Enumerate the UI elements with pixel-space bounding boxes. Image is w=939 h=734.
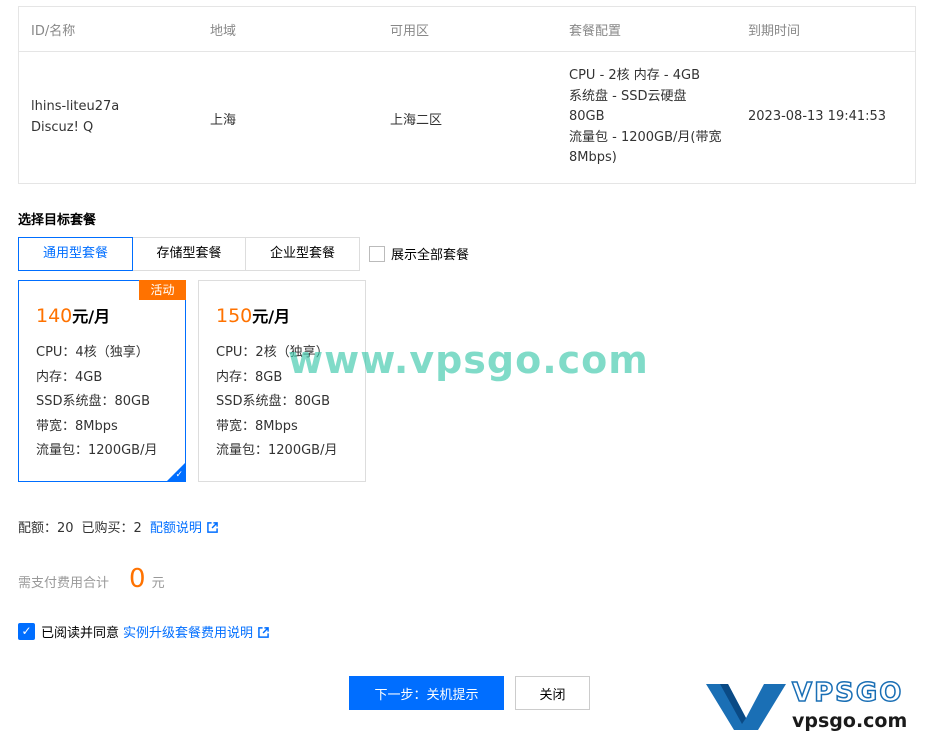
total-unit: 元 [151,576,165,591]
fee-terms-link[interactable]: 实例升级套餐费用说明 [123,622,269,641]
quota-info: 配额：20 已购买：2 配额说明 [18,517,218,536]
spec-line: 80GB [569,109,605,124]
tab-storage[interactable]: 存储型套餐 [133,237,246,271]
card-price: 150元/月 [216,303,290,327]
instance-name: Discuz! Q [31,119,94,135]
quota-purchased: 已购买：2 [81,521,142,536]
external-link-icon [207,522,218,533]
show-all-checkbox[interactable] [369,245,385,262]
instance-id: lhins-liteu27a [31,99,120,114]
vpsgo-logo: VPSGO vpsgo.com [706,677,932,732]
package-card-140[interactable]: 活动 140元/月 CPU：4核（独享） 内存：4GB SSD系统盘：80GB … [18,280,186,482]
show-all-toggle[interactable]: 展示全部套餐 [369,244,469,263]
agree-label: 已阅读并同意 [41,626,120,641]
quota-total: 配额：20 [18,521,74,536]
logo-text-bottom: vpsgo.com [792,710,908,732]
check-icon: ✓ [175,470,183,480]
section-title: 选择目标套餐 [18,213,97,228]
total-label: 需支付费用合计 [18,576,110,591]
price-unit: 元/月 [252,307,291,326]
spec-traffic: 流量包：1200GB/月 [216,443,338,459]
tab-enterprise[interactable]: 企业型套餐 [246,237,360,271]
total-cost: 需支付费用合计 0 元 [18,564,165,594]
instance-spec-cell: CPU - 2核 内存 - 4GB 系统盘 - SSD云硬盘 80GB 流量包 … [569,66,721,169]
logo-v-icon [706,684,786,730]
agreement: ✓ 已阅读并同意 实例升级套餐费用说明 [18,622,269,641]
logo-text-top: VPSGO [791,677,904,709]
spec-memory: 内存：4GB [36,369,103,385]
instance-id-cell: lhins-liteu27a Discuz! Q [31,97,119,138]
watermark: www.vpsgo.com [288,338,649,382]
external-link-icon [258,627,269,638]
spec-line: CPU - 2核 内存 - 4GB [569,68,701,83]
header-spec: 套餐配置 [569,24,622,39]
agree-checkbox[interactable]: ✓ [18,623,35,640]
tab-general[interactable]: 通用型套餐 [18,237,133,271]
spec-cpu: CPU：4核（独享） [36,345,149,360]
spec-line: 流量包 - 1200GB/月(带宽 [569,129,722,145]
instance-zone: 上海二区 [390,113,443,128]
spec-traffic: 流量包：1200GB/月 [36,443,158,459]
show-all-label: 展示全部套餐 [391,248,470,263]
package-tabs: 通用型套餐 存储型套餐 企业型套餐 [18,237,360,271]
table-header: ID/名称 地域 可用区 套餐配置 到期时间 [19,7,915,52]
spec-disk: SSD系统盘：80GB [216,394,331,410]
spec-line: 系统盘 - SSD云硬盘 [569,88,687,104]
spec-bandwidth: 带宽：8Mbps [216,418,298,434]
header-zone: 可用区 [390,24,430,39]
instance-region: 上海 [210,113,237,128]
header-id-name: ID/名称 [31,24,76,39]
spec-disk: SSD系统盘：80GB [36,394,151,410]
card-price: 140元/月 [36,303,110,327]
spec-line: 8Mbps) [569,150,617,165]
instance-table: ID/名称 地域 可用区 套餐配置 到期时间 lhins-liteu27a Di… [18,6,916,184]
total-amount: 0 [129,564,146,594]
spec-bandwidth: 带宽：8Mbps [36,418,118,434]
quota-help-link[interactable]: 配额说明 [150,517,218,536]
next-step-button[interactable]: 下一步：关机提示 [349,676,504,710]
price-amount: 140 [36,305,73,327]
fee-terms-label: 实例升级套餐费用说明 [123,626,254,641]
spec-list: CPU：4核（独享） 内存：4GB SSD系统盘：80GB 带宽：8Mbps 流… [36,341,157,464]
price-unit: 元/月 [72,307,111,326]
instance-expire: 2023-08-13 19:41:53 [748,109,887,124]
promo-badge: 活动 [139,280,186,300]
header-region: 地域 [210,24,237,39]
close-button[interactable]: 关闭 [515,676,590,710]
price-amount: 150 [216,305,253,327]
quota-help-label: 配额说明 [149,521,202,536]
header-expire: 到期时间 [748,24,801,39]
